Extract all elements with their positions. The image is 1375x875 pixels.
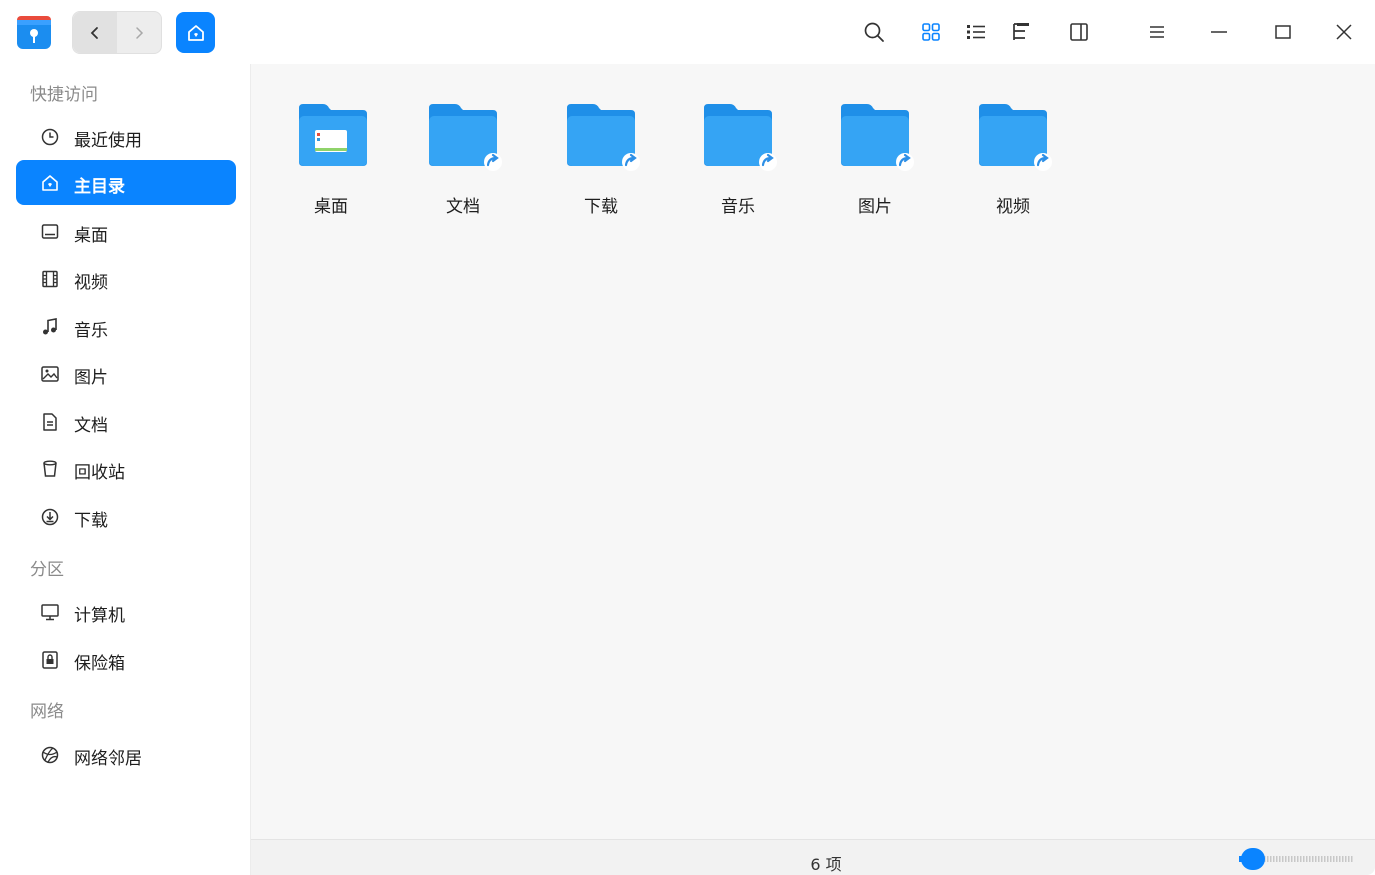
file-item-desktop[interactable]: 桌面 bbox=[281, 102, 381, 222]
sidebar-item-trash[interactable]: 回收站 bbox=[16, 446, 236, 491]
file-item-pictures[interactable]: 图片 bbox=[825, 102, 925, 222]
item-count: 6 项 bbox=[810, 855, 842, 874]
close-button[interactable] bbox=[1330, 18, 1358, 46]
side-panel-icon bbox=[1070, 23, 1088, 41]
maximize-button[interactable] bbox=[1269, 18, 1297, 46]
minimize-button[interactable] bbox=[1205, 18, 1233, 46]
breadcrumb-home-button[interactable] bbox=[176, 12, 215, 53]
tree-view-icon bbox=[1013, 23, 1029, 40]
file-manager-window: 快捷访问 最近使用 主目录 桌面 视频 音乐 图片 文档 回收站 下载 分区 计… bbox=[0, 0, 1375, 875]
sidebar-item-recent[interactable]: 最近使用 bbox=[16, 114, 236, 159]
film-icon bbox=[42, 270, 58, 288]
clock-icon bbox=[41, 128, 59, 146]
section-title-partitions: 分区 bbox=[30, 560, 64, 580]
sidebar-item-label: 保险箱 bbox=[74, 654, 125, 674]
chevron-left-icon bbox=[90, 26, 98, 39]
app-logo-icon bbox=[14, 12, 54, 52]
sidebar-item-music[interactable]: 音乐 bbox=[16, 304, 236, 349]
sidebar-item-downloads[interactable]: 下载 bbox=[16, 494, 236, 539]
file-item-documents[interactable]: 文档 bbox=[413, 102, 513, 222]
sidebar-item-vault[interactable]: 保险箱 bbox=[16, 637, 236, 682]
desktop-folder-icon bbox=[299, 104, 367, 166]
sidebar-item-label: 文档 bbox=[74, 416, 108, 436]
sidebar-item-home[interactable]: 主目录 bbox=[16, 160, 236, 205]
sidebar-item-computer[interactable]: 计算机 bbox=[16, 589, 236, 634]
document-icon bbox=[43, 413, 57, 431]
file-item-videos[interactable]: 视频 bbox=[963, 102, 1063, 222]
grid-view-icon bbox=[922, 23, 940, 41]
home-icon bbox=[42, 175, 58, 191]
status-bar: 6 项 bbox=[251, 839, 1375, 875]
sidebar: 快捷访问 最近使用 主目录 桌面 视频 音乐 图片 文档 回收站 下载 分区 计… bbox=[0, 64, 251, 875]
main-menu-button[interactable] bbox=[1143, 18, 1171, 46]
section-title-quick-access: 快捷访问 bbox=[30, 85, 98, 105]
close-icon bbox=[1336, 24, 1352, 40]
computer-icon bbox=[41, 604, 59, 621]
sidebar-item-documents[interactable]: 文档 bbox=[16, 399, 236, 444]
sidebar-item-label: 下载 bbox=[74, 511, 108, 531]
file-item-downloads[interactable]: 下载 bbox=[551, 102, 651, 222]
sidebar-item-label: 桌面 bbox=[74, 226, 108, 246]
file-item-label: 下载 bbox=[584, 197, 618, 217]
file-view: 桌面 文档 下载 音乐 图片 视频 bbox=[251, 64, 1375, 839]
back-button[interactable] bbox=[73, 12, 117, 53]
vault-icon bbox=[42, 651, 58, 669]
sidebar-item-label: 主目录 bbox=[74, 177, 125, 197]
list-view-icon bbox=[967, 25, 985, 39]
home-icon bbox=[187, 24, 204, 41]
section-title-network: 网络 bbox=[30, 702, 64, 722]
file-item-label: 视频 bbox=[996, 197, 1030, 217]
titlebar bbox=[0, 0, 1375, 64]
sidebar-item-label: 音乐 bbox=[74, 321, 108, 341]
maximize-icon bbox=[1275, 25, 1291, 39]
detail-panel-button[interactable] bbox=[1065, 18, 1093, 46]
folder-link-icon bbox=[567, 104, 640, 171]
file-item-music[interactable]: 音乐 bbox=[688, 102, 788, 222]
sidebar-item-label: 图片 bbox=[74, 368, 108, 388]
folder-link-icon bbox=[429, 104, 502, 171]
folder-link-icon bbox=[979, 104, 1052, 171]
folder-link-icon bbox=[841, 104, 914, 171]
music-icon bbox=[43, 318, 57, 335]
icon-view-button[interactable] bbox=[917, 18, 945, 46]
tree-view-button[interactable] bbox=[1007, 18, 1035, 46]
download-icon bbox=[41, 508, 59, 526]
folder-link-icon bbox=[704, 104, 777, 171]
chevron-right-icon bbox=[136, 26, 144, 39]
sidebar-item-videos[interactable]: 视频 bbox=[16, 256, 236, 301]
file-item-label: 图片 bbox=[858, 197, 892, 217]
zoom-slider-handle[interactable] bbox=[1241, 848, 1265, 870]
sidebar-item-pictures[interactable]: 图片 bbox=[16, 351, 236, 396]
sidebar-item-desktop[interactable]: 桌面 bbox=[16, 209, 236, 254]
image-icon bbox=[41, 366, 59, 382]
search-button[interactable] bbox=[860, 18, 888, 46]
minimize-icon bbox=[1211, 31, 1227, 33]
file-item-label: 音乐 bbox=[721, 197, 755, 217]
sidebar-item-label: 网络邻居 bbox=[74, 749, 142, 769]
file-item-label: 文档 bbox=[446, 197, 480, 217]
sidebar-item-label: 计算机 bbox=[74, 606, 125, 626]
sidebar-item-label: 最近使用 bbox=[74, 131, 142, 151]
navigation-buttons bbox=[72, 11, 162, 54]
trash-icon bbox=[43, 460, 57, 477]
sidebar-item-label: 视频 bbox=[74, 273, 108, 293]
list-view-button[interactable] bbox=[962, 18, 990, 46]
hamburger-menu-icon bbox=[1150, 26, 1164, 38]
network-icon bbox=[41, 746, 59, 764]
zoom-slider[interactable] bbox=[1237, 848, 1357, 870]
desktop-icon bbox=[41, 224, 59, 239]
sidebar-item-network-neighborhood[interactable]: 网络邻居 bbox=[16, 732, 236, 777]
forward-button[interactable] bbox=[117, 12, 161, 53]
sidebar-item-label: 回收站 bbox=[74, 463, 125, 483]
file-item-label: 桌面 bbox=[314, 197, 348, 217]
search-icon bbox=[864, 22, 884, 42]
